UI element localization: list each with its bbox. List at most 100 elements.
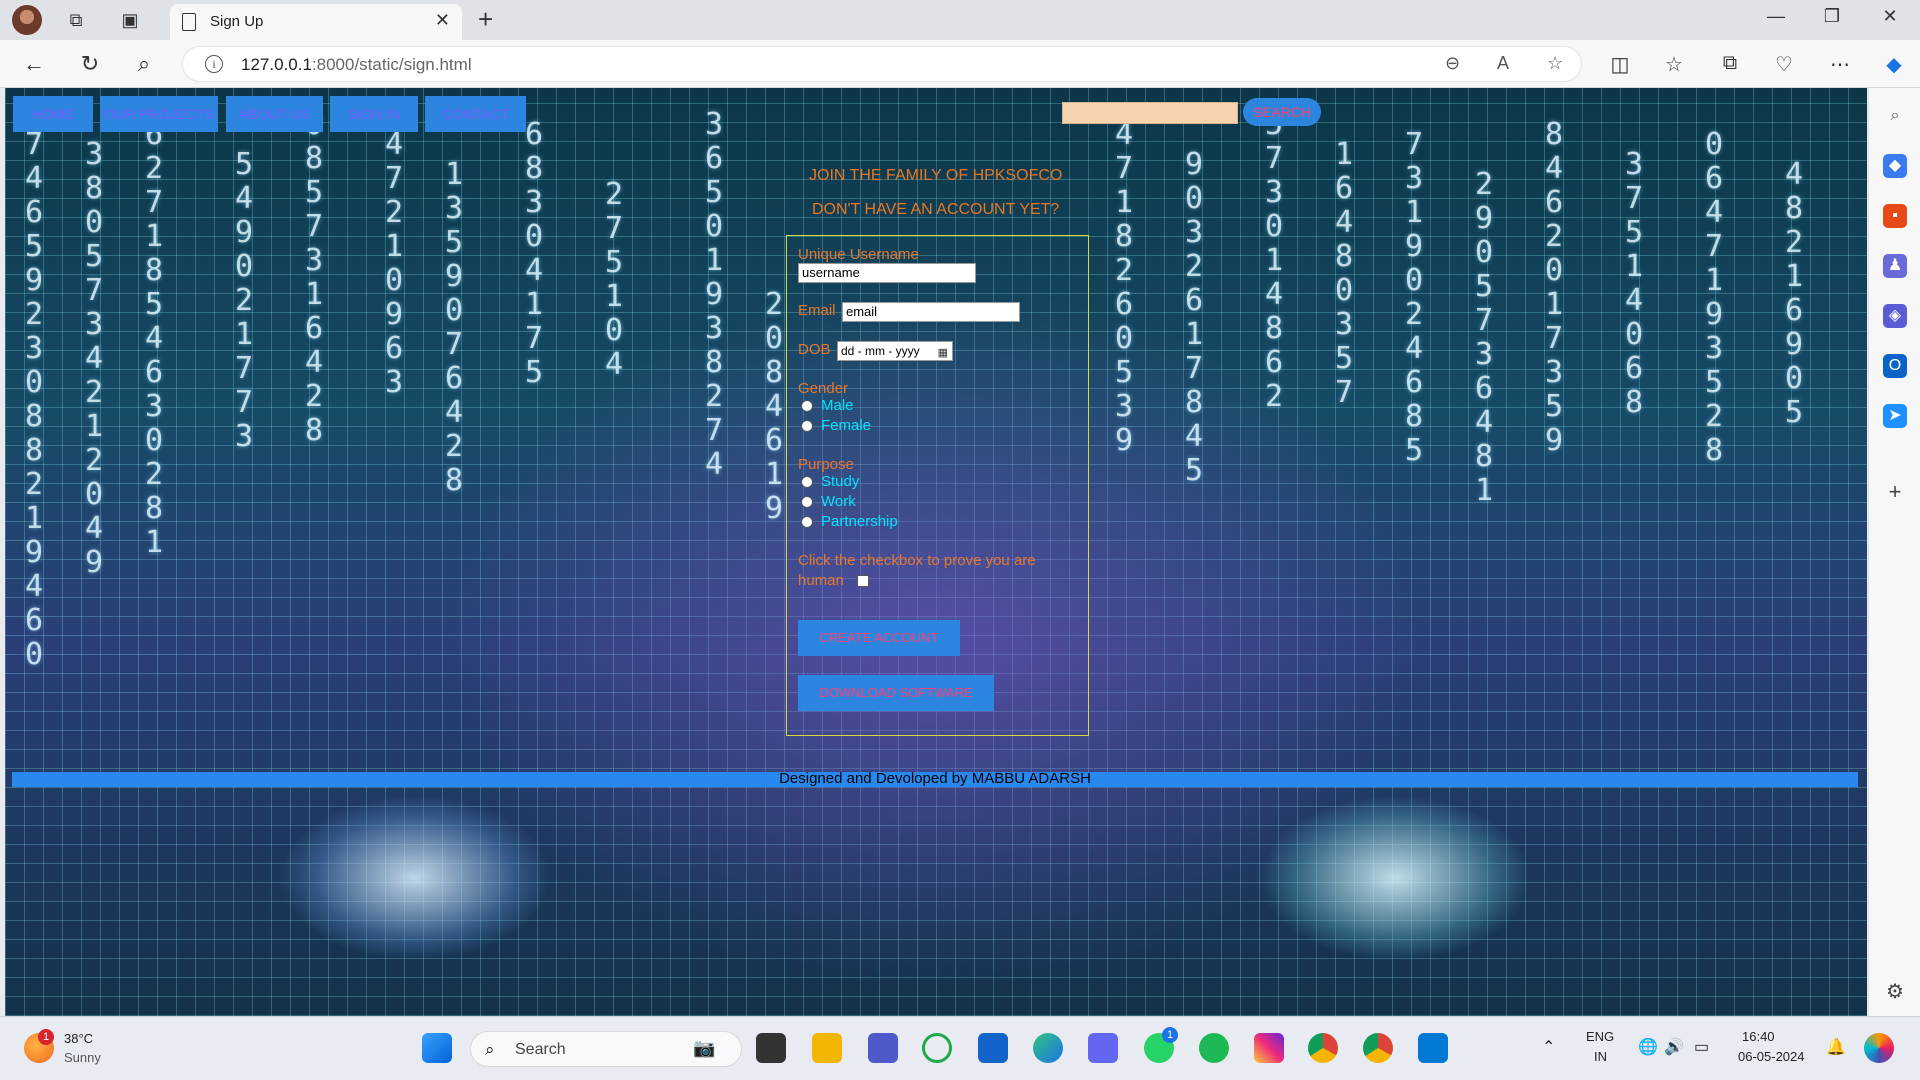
matrix-digits-decoration: 275104 xyxy=(605,177,624,382)
chrome-profile-icon[interactable] xyxy=(1363,1033,1393,1063)
nav-home[interactable]: HOME xyxy=(13,96,93,132)
download-software-button[interactable]: DOWNLOAD SOFTWARE xyxy=(798,675,994,711)
purpose-work-radio[interactable] xyxy=(801,496,813,508)
windows-start-icon[interactable] xyxy=(422,1033,452,1063)
refresh-app-icon[interactable] xyxy=(922,1033,952,1063)
sidebar-search-icon[interactable]: ⌕ xyxy=(1883,104,1907,128)
calendar-icon[interactable]: ▦ xyxy=(938,344,948,362)
footer-credit: Designed and Devoloped by MABBU ADARSH xyxy=(779,770,1091,787)
site-search-button[interactable]: SEARCH xyxy=(1243,98,1321,126)
gender-label: Gender xyxy=(798,380,849,397)
new-tab-button[interactable]: + xyxy=(478,4,493,35)
human-checkbox[interactable] xyxy=(857,575,869,587)
matrix-digits-decoration: 47210963 xyxy=(385,127,404,400)
matrix-digits-decoration: 0857316428 xyxy=(305,108,324,448)
outlook-icon[interactable]: O xyxy=(1883,354,1907,378)
more-menu-icon[interactable]: ⋯ xyxy=(1826,52,1854,77)
matrix-digits-decoration: 2905736481 xyxy=(1475,167,1494,508)
read-aloud-icon[interactable]: A xyxy=(1497,53,1509,74)
nav-about-us[interactable]: ABOUT US xyxy=(226,96,323,132)
search-icon[interactable]: ⌕ xyxy=(130,50,158,78)
network-icon[interactable]: 🌐 xyxy=(1638,1037,1658,1057)
copilot-app-icon[interactable] xyxy=(1088,1033,1118,1063)
nav-sign-in[interactable]: SIGN IN xyxy=(330,96,418,132)
teams-icon[interactable] xyxy=(868,1033,898,1063)
matrix-digits-decoration: 6271854630281 xyxy=(145,117,164,560)
human-check-label-2: human xyxy=(798,572,844,589)
purpose-label: Purpose xyxy=(798,456,854,473)
tools-briefcase-icon[interactable]: ▪ xyxy=(1883,204,1907,228)
split-screen-icon[interactable]: ◫ xyxy=(1606,52,1634,77)
tab-actions-icon[interactable]: ▣ xyxy=(118,8,142,32)
microsoft-store-icon[interactable] xyxy=(978,1033,1008,1063)
url-text: 127.0.0.1:8000/static/sign.html xyxy=(241,55,472,74)
purpose-study-label: Study xyxy=(821,473,860,490)
close-tab-icon[interactable]: ✕ xyxy=(435,10,450,31)
no-account-heading: DON'T HAVE AN ACCOUNT YET? xyxy=(812,201,1060,218)
task-view-icon[interactable] xyxy=(756,1033,786,1063)
clock-time[interactable]: 16:40 xyxy=(1742,1029,1775,1044)
username-input[interactable]: username xyxy=(798,263,976,283)
copilot-tray-icon[interactable] xyxy=(1864,1033,1894,1063)
taskbar-search-icon: ⌕ xyxy=(485,1040,495,1059)
matrix-digits-decoration: 8462017359 xyxy=(1545,117,1564,458)
weather-temperature: 38°C xyxy=(64,1031,94,1046)
clock-date[interactable]: 06-05-2024 xyxy=(1738,1049,1805,1064)
signup-form: Unique Username username Email email DOB… xyxy=(786,235,1089,736)
copilot-icon[interactable]: ◆ xyxy=(1880,52,1908,77)
instagram-icon[interactable] xyxy=(1254,1033,1284,1063)
notification-bell-icon[interactable]: 🔔 xyxy=(1826,1037,1846,1057)
volume-icon[interactable]: 🔊 xyxy=(1664,1037,1684,1057)
dob-label: DOB xyxy=(798,341,831,358)
matrix-digits-decoration: 1359076428 xyxy=(445,157,464,498)
username-label: Unique Username xyxy=(798,246,919,263)
games-icon[interactable]: ♟ xyxy=(1883,254,1907,278)
close-window-button[interactable]: ✕ xyxy=(1870,6,1910,27)
collections-icon[interactable]: ⧉ xyxy=(1716,52,1744,75)
back-button[interactable]: ← xyxy=(20,50,48,78)
file-explorer-icon[interactable] xyxy=(812,1033,842,1063)
matrix-digits-decoration: 68304175 xyxy=(525,117,544,390)
gender-female-label: Female xyxy=(821,417,872,434)
weather-condition: Sunny xyxy=(64,1050,101,1065)
site-info-icon[interactable]: i xyxy=(205,55,223,73)
dob-input[interactable]: dd - mm - yyyy ▦ xyxy=(837,341,953,361)
nav-contact[interactable]: CONTACT xyxy=(425,96,526,132)
add-sidebar-app-icon[interactable]: + xyxy=(1883,480,1907,504)
battery-icon[interactable]: ▭ xyxy=(1694,1037,1709,1057)
zoom-icon[interactable]: ⊖ xyxy=(1445,53,1460,74)
gender-male-radio[interactable] xyxy=(801,400,813,412)
edge-browser-icon[interactable] xyxy=(1033,1033,1063,1063)
favorite-star-icon[interactable]: ☆ xyxy=(1547,53,1563,74)
microsoft-365-icon[interactable]: ◈ xyxy=(1883,304,1907,328)
browser-essentials-icon[interactable]: ♡ xyxy=(1770,52,1798,77)
refresh-button[interactable]: ↻ xyxy=(76,50,104,78)
purpose-study-radio[interactable] xyxy=(801,476,813,488)
shopping-tag-icon[interactable]: ◆ xyxy=(1883,154,1907,178)
drop-send-icon[interactable]: ➤ xyxy=(1883,404,1907,428)
weather-badge: 1 xyxy=(38,1029,54,1045)
favorites-icon[interactable]: ☆ xyxy=(1660,52,1688,77)
restore-button[interactable]: ❐ xyxy=(1812,6,1852,27)
url-field[interactable]: i 127.0.0.1:8000/static/sign.html ⊖ A ☆ xyxy=(182,46,1582,82)
email-input[interactable]: email xyxy=(842,302,1020,322)
tab-sign-up[interactable]: Sign Up ✕ xyxy=(170,4,462,40)
minimize-button[interactable]: — xyxy=(1756,6,1796,27)
nav-our-projects[interactable]: OUR PROJECTS xyxy=(100,96,218,132)
taskbar-search-box[interactable]: ⌕ Search 📷 xyxy=(470,1031,742,1067)
create-account-button[interactable]: CREATE ACCOUNT xyxy=(798,620,960,656)
sidebar-settings-gear-icon[interactable]: ⚙ xyxy=(1883,980,1907,1004)
workspaces-icon[interactable]: ⧉ xyxy=(64,8,88,32)
gender-female-radio[interactable] xyxy=(801,420,813,432)
language-code[interactable]: ENG xyxy=(1586,1029,1614,1044)
chrome-icon[interactable] xyxy=(1308,1033,1338,1063)
purpose-partnership-radio[interactable] xyxy=(801,516,813,528)
email-label: Email xyxy=(798,302,836,319)
edge-sidebar: ⌕ ◆ ▪ ♟ ◈ O ➤ + ⚙ xyxy=(1868,88,1920,1016)
spotify-icon[interactable] xyxy=(1199,1033,1229,1063)
language-region[interactable]: IN xyxy=(1594,1049,1607,1064)
tray-chevron-up-icon[interactable]: ⌃ xyxy=(1542,1037,1555,1057)
profile-avatar[interactable] xyxy=(12,5,42,35)
vscode-icon[interactable] xyxy=(1418,1033,1448,1063)
site-search-input[interactable] xyxy=(1062,102,1238,124)
